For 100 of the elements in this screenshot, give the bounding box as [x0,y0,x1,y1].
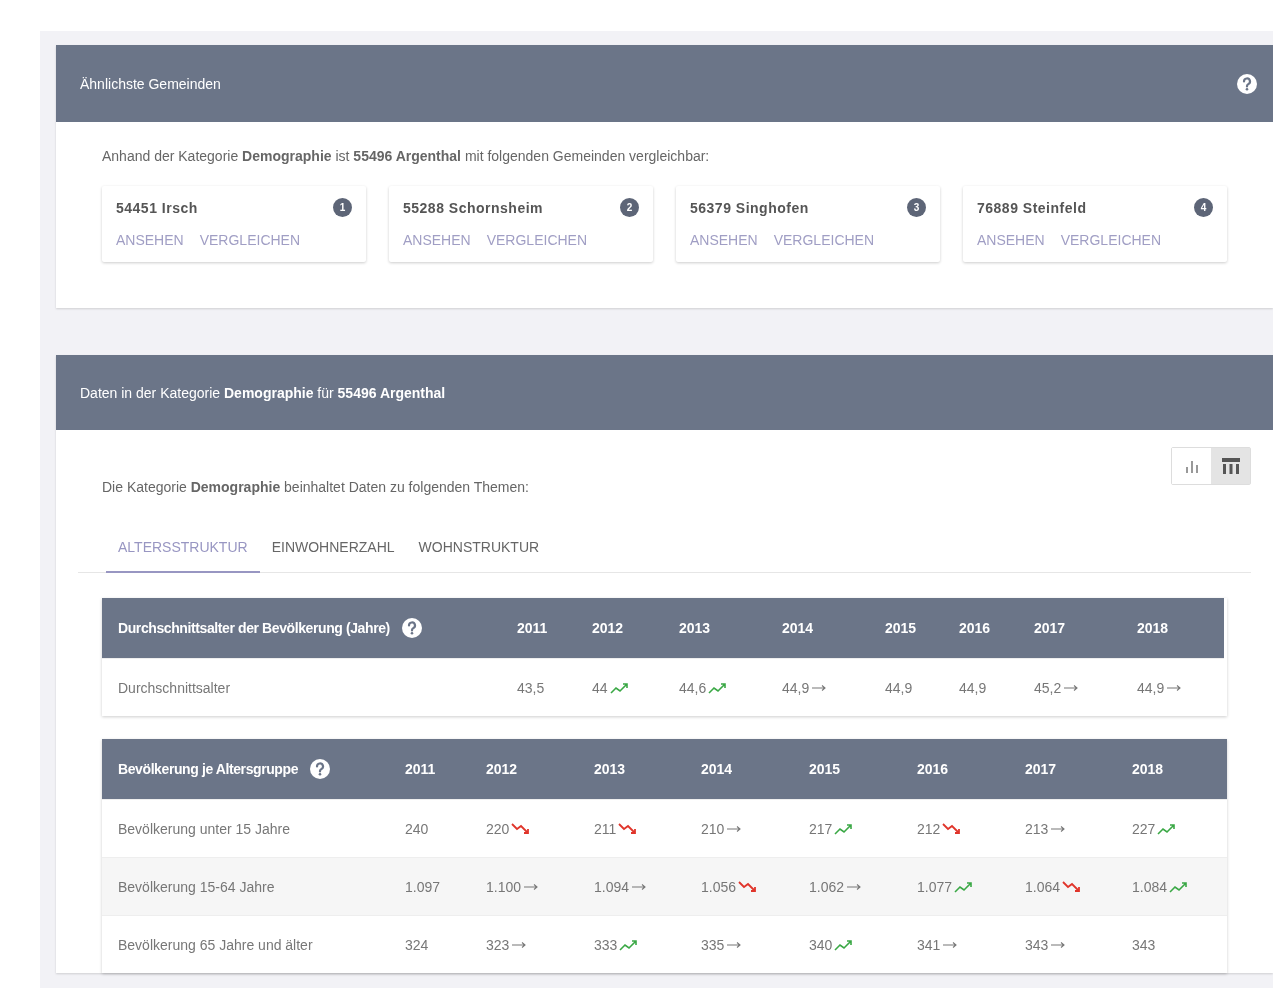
help-icon[interactable] [1237,73,1257,94]
arrow-right-icon [811,683,828,692]
arrow-right-icon [1166,683,1183,692]
trend-up-icon [609,681,630,694]
table-title: Bevölkerung je Altersgruppe [118,761,299,777]
column-header: 2013 [679,598,782,658]
action-link[interactable]: VERGLEICHEN [773,232,875,248]
column-header: 2011 [405,739,486,799]
column-header: 2017 [1034,598,1137,658]
table-cell: 335 [701,936,725,953]
table-cell: 212 [917,820,941,837]
table-cell: 1.094 [594,878,630,895]
arrow-right-icon [846,882,863,891]
trend-down-icon [1062,880,1083,893]
rank-badge: 3 [907,198,926,217]
arrow-right-icon [1050,824,1067,833]
row-label: Bevölkerung 15-64 Jahre [102,857,405,915]
action-link[interactable]: ANSEHEN [690,232,758,248]
table-cell: 220 [486,820,510,837]
table-cell: 1.056 [701,878,737,895]
table-cell: 323 [486,936,510,953]
table-cell: 217 [809,820,833,837]
trend-up-icon [954,880,975,893]
trend-up-icon [834,938,855,951]
arrow-right-icon [511,940,528,949]
table-cell: 340 [809,936,833,953]
column-header: 2013 [594,739,701,799]
table-cell: 343 [1025,936,1049,953]
table-cell: 1.084 [1132,878,1168,895]
help-icon[interactable] [310,759,331,779]
trend-up-icon [708,681,729,694]
arrow-right-icon [1050,940,1067,949]
table-cell: 44,9 [885,679,913,696]
panel-title: Daten in der Kategorie Demographie für 55496 Argenthal [80,384,446,401]
table-cell: 44,9 [959,679,987,696]
arrow-right-icon [523,882,540,891]
column-header: 2018 [1132,739,1227,799]
table-cell: 343 [1132,936,1156,953]
table-cell: 43,5 [517,679,545,696]
table-cell: 44 [592,679,608,696]
arrow-right-icon [631,882,648,891]
table-cell: 1.064 [1025,878,1061,895]
column-header: 2015 [885,598,959,658]
row-label: Bevölkerung 65 Jahre und älter [102,915,405,973]
column-header: 2016 [917,739,1025,799]
arrow-right-icon [1063,683,1080,692]
rank-badge: 1 [333,198,352,217]
table-cell: 213 [1025,820,1049,837]
column-header: 2012 [486,739,594,799]
table-cell: 44,9 [1137,679,1165,696]
trend-down-icon [511,822,532,835]
arrow-right-icon [726,940,743,949]
tab[interactable]: EINWOHNERZAHL [259,525,407,573]
action-link[interactable]: VERGLEICHEN [199,232,301,248]
column-header: 2015 [809,739,917,799]
table-cell: 240 [405,820,429,837]
table-cell: 44,6 [679,679,707,696]
municipality-name: 54451 Irsch [116,199,198,216]
rank-badge: 2 [620,198,639,217]
action-link[interactable]: ANSEHEN [116,232,184,248]
action-link[interactable]: VERGLEICHEN [486,232,588,248]
intro-text: Anhand der Kategorie Demographie ist 55496 Argenthal mit folgenden Gemeinden vergleichbar: [102,148,711,164]
trend-down-icon [618,822,639,835]
table-cell: 1.062 [809,878,845,895]
table-cell: 1.077 [917,878,953,895]
bar-chart-icon [1183,459,1200,473]
table-cell: 333 [594,936,618,953]
rank-badge: 4 [1194,198,1213,217]
municipality-name: 55288 Schornsheim [403,199,543,216]
trend-down-icon [738,880,759,893]
tab[interactable]: ALTERSSTRUKTUR [106,525,260,573]
column-header: 2018 [1137,598,1224,658]
table-cell: 210 [701,820,725,837]
trend-up-icon [619,938,640,951]
arrow-right-icon [942,940,959,949]
column-header: 2016 [959,598,1034,658]
arrow-right-icon [726,824,743,833]
table-cell: 1.100 [486,878,522,895]
table-cell: 227 [1132,820,1156,837]
municipality-name: 56379 Singhofen [690,199,809,216]
table-cell: 211 [594,820,617,837]
view-toggle-button[interactable] [1211,448,1250,484]
action-link[interactable]: ANSEHEN [403,232,471,248]
action-link[interactable]: ANSEHEN [977,232,1045,248]
action-link[interactable]: VERGLEICHEN [1060,232,1162,248]
table-cell: 44,9 [782,679,810,696]
table-cell: 45,2 [1034,679,1062,696]
column-header: 2014 [782,598,885,658]
table-icon [1221,458,1240,474]
table-cell: 324 [405,936,429,953]
help-icon[interactable] [401,618,422,638]
trend-up-icon [1169,880,1190,893]
municipality-name: 76889 Steinfeld [977,199,1087,216]
trend-up-icon [1157,822,1178,835]
column-header: 2014 [701,739,809,799]
row-label: Durchschnittsalter [102,658,517,716]
panel-title: Ähnlichste Gemeinden [80,75,221,92]
trend-up-icon [834,822,855,835]
column-header: 2011 [517,598,592,658]
tab[interactable]: WOHNSTRUKTUR [406,525,552,573]
